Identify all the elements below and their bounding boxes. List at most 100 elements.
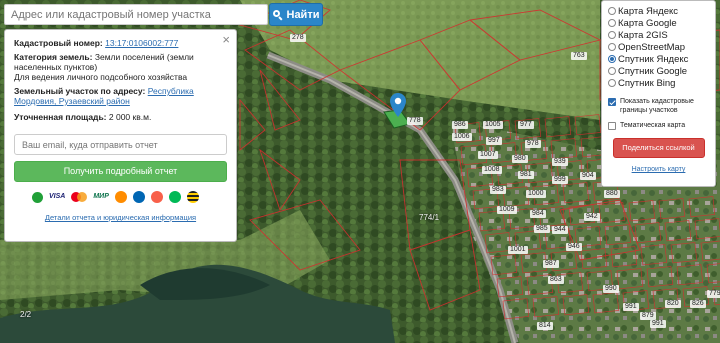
address-label: Земельный участок по адресу:: [14, 86, 146, 96]
parcel-number-label: 763: [571, 52, 587, 60]
land-use-value: Для ведения личного подсобного хозяйства: [14, 72, 188, 82]
layer-radio[interactable]: [608, 31, 616, 39]
layer-option-label: Карта 2GIS: [618, 29, 668, 41]
parcel-number-label: 863: [548, 276, 564, 284]
yandex-money-icon: [150, 191, 163, 203]
layer-option-label: Спутник Bing: [618, 77, 676, 89]
layer-radio[interactable]: [608, 55, 616, 63]
cadastral-number-link[interactable]: 13:17:0106002:777: [105, 38, 178, 48]
parcel-number-label: 779: [707, 290, 720, 298]
thematic-label: Тематическая карта: [620, 122, 686, 129]
parcel-number-label: 977: [518, 121, 534, 129]
parcel-number-label: 774/1: [419, 213, 440, 222]
parcel-number-label: 942: [584, 213, 600, 221]
area-row: Уточненная площадь: 2 000 кв.м.: [14, 112, 227, 122]
layer-option-label: Спутник Яндекс: [618, 53, 689, 65]
parcel-number-label: 778: [407, 117, 423, 125]
parcel-number-label: 944: [552, 226, 568, 234]
location-pin-icon[interactable]: [390, 93, 406, 122]
layer-option-label: Карта Яндекс: [618, 5, 679, 17]
parcel-number-label: 986: [452, 121, 468, 129]
parcel-number-label: 1009: [497, 206, 517, 214]
parcel-number-label: 826: [690, 300, 706, 308]
find-button[interactable]: Найти: [269, 3, 323, 26]
layer-option-label: OpenStreetMap: [618, 41, 686, 53]
beeline-icon: [186, 191, 199, 203]
parcel-number-label: 990: [603, 285, 619, 293]
get-report-button[interactable]: Получить подробный отчет: [14, 161, 227, 182]
layer-option[interactable]: Спутник Google: [608, 65, 709, 77]
layer-radio[interactable]: [608, 19, 616, 27]
parcel-number-label: 814: [537, 322, 553, 330]
parcel-number-label: 1008: [482, 166, 502, 174]
parcel-number-label: 1001: [508, 246, 528, 254]
setup-map-link[interactable]: Настроить карту: [608, 166, 709, 173]
email-field[interactable]: [14, 134, 227, 155]
parcel-number-label: 999: [552, 176, 568, 184]
parcel-number-label: 997: [486, 137, 502, 145]
parcel-number-label: 1006: [452, 133, 472, 141]
parcel-number-label: 278: [290, 34, 306, 42]
map-layers-panel: Карта Яндекс Карта Google Карта 2GIS OpenSt…: [601, 0, 716, 187]
search-input[interactable]: [4, 4, 268, 25]
show-cadastral-toggle[interactable]: Показать кадастровые границы участков: [608, 97, 709, 115]
show-cadastral-label: Показать кадастровые границы участков: [620, 98, 694, 114]
layer-radio[interactable]: [608, 7, 616, 15]
layer-option[interactable]: Спутник Яндекс: [608, 53, 709, 65]
layer-option[interactable]: Карта Яндекс: [608, 5, 709, 17]
address-row: Земельный участок по адресу: Республика …: [14, 86, 227, 106]
close-icon[interactable]: ×: [222, 33, 230, 46]
category-label: Категория земель:: [14, 52, 93, 62]
payment-methods: VISA МИР: [14, 190, 227, 204]
parcel-number-label: 939: [552, 158, 568, 166]
layer-option[interactable]: Спутник Bing: [608, 77, 709, 89]
parcel-number-label: 1007: [478, 151, 498, 159]
parcel-number-label: 946: [566, 243, 582, 251]
details-link-text[interactable]: Детали отчета и юридическая информация: [45, 213, 196, 222]
parcel-number-label: 1005: [483, 121, 503, 129]
search-icon: [272, 9, 283, 20]
parcel-number-label: 987: [543, 260, 559, 268]
parcel-number-label: 2/2: [20, 310, 32, 319]
area-label: Уточненная площадь:: [14, 112, 107, 122]
layer-option[interactable]: OpenStreetMap: [608, 41, 709, 53]
parcel-number-label: 991: [650, 320, 666, 328]
parcel-number-label: 985: [534, 225, 550, 233]
parcel-number-label: 991: [623, 303, 639, 311]
layer-radio[interactable]: [608, 67, 616, 75]
webmoney-icon: [132, 191, 145, 203]
layer-radio[interactable]: [608, 79, 616, 87]
mastercard-icon: [71, 192, 88, 202]
parcel-number-label: 981: [518, 171, 534, 179]
qiwi-icon: [114, 191, 127, 203]
show-cadastral-checkbox[interactable]: [608, 98, 616, 106]
parcel-number-label: 978: [525, 140, 541, 148]
parcel-number-label: 984: [530, 210, 546, 218]
category-row: Категория земель: Земли поселений (земли…: [14, 52, 227, 82]
parcel-number-label: 980: [512, 155, 528, 163]
parcel-number-label: 879: [640, 312, 656, 320]
parcel-info-panel: × Кадастровый номер: 13:17:0106002:777 К…: [4, 29, 237, 242]
layer-option-label: Спутник Google: [618, 65, 688, 77]
layer-options: Карта Яндекс Карта Google Карта 2GIS OpenSt…: [608, 5, 709, 89]
parcel-number-label: 983: [490, 186, 506, 194]
share-link-button[interactable]: Поделиться ссылкой: [612, 138, 705, 158]
thematic-toggle[interactable]: Тематическая карта: [608, 121, 709, 130]
layer-option-label: Карта Google: [618, 17, 677, 29]
parcel-number-label: 880: [604, 190, 620, 198]
parcel-number-label: 820: [665, 300, 681, 308]
layer-option[interactable]: Карта Google: [608, 17, 709, 29]
find-button-label: Найти: [286, 8, 320, 21]
cadastral-row: Кадастровый номер: 13:17:0106002:777: [14, 38, 227, 48]
sber-icon: [32, 191, 43, 203]
thematic-checkbox[interactable]: [608, 122, 616, 130]
layer-option[interactable]: Карта 2GIS: [608, 29, 709, 41]
mir-logo: МИР: [93, 193, 109, 200]
parcel-number-label: 1000: [526, 190, 546, 198]
visa-logo: VISA: [49, 193, 66, 200]
area-value: 2 000 кв.м.: [108, 112, 152, 122]
layer-radio[interactable]: [608, 43, 616, 51]
megafon-icon: [168, 191, 181, 203]
cadastral-label: Кадастровый номер:: [14, 38, 103, 48]
details-link[interactable]: Детали отчета и юридическая информация: [14, 213, 227, 223]
